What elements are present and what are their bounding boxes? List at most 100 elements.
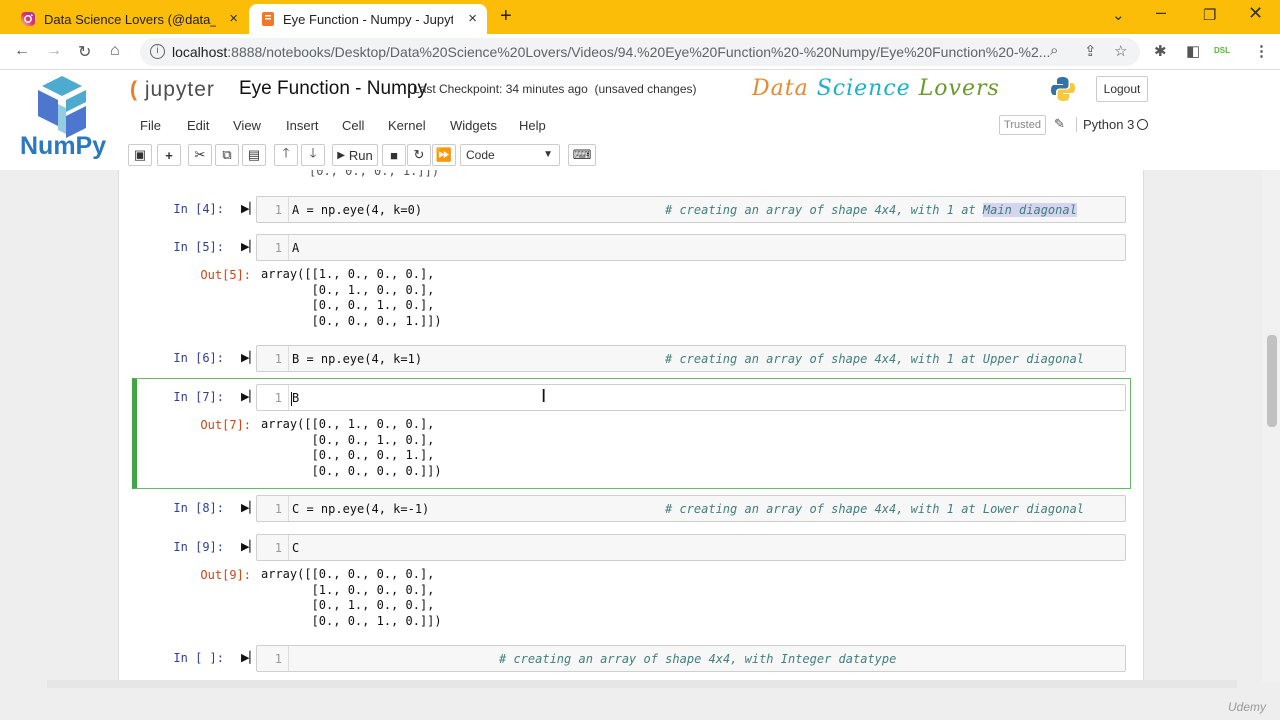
menu-edit[interactable]: Edit bbox=[187, 118, 209, 133]
minimize-icon[interactable]: – bbox=[1156, 2, 1166, 23]
menu-kernel[interactable]: Kernel bbox=[388, 118, 426, 133]
last-checkpoint: Last Checkpoint: 34 minutes ago bbox=[413, 82, 588, 96]
dsl-extension-icon[interactable]: DSL bbox=[1214, 46, 1230, 55]
scrollbar-thumb[interactable] bbox=[1267, 335, 1277, 427]
notebook-icon bbox=[262, 12, 274, 26]
output-prompt: Out[5]: bbox=[200, 268, 251, 282]
line-number: 1 bbox=[257, 496, 289, 521]
menu-kebab-icon[interactable]: ⋮ bbox=[1254, 42, 1269, 60]
forward-icon[interactable]: → bbox=[46, 42, 62, 60]
menu-widgets[interactable]: Widgets bbox=[450, 118, 497, 133]
fast-forward-icon: ⏩ bbox=[435, 147, 453, 162]
line-number: 1 bbox=[257, 535, 289, 560]
move-up-button[interactable]: 🡑 bbox=[274, 144, 298, 166]
cell-input[interactable]: 1 B bbox=[256, 384, 1126, 411]
menu-file[interactable]: File bbox=[140, 118, 161, 133]
brand-word-1: Data bbox=[752, 76, 809, 101]
command-palette-button[interactable]: ⌨ bbox=[568, 144, 596, 166]
code-text: A bbox=[292, 241, 300, 255]
cell-input[interactable]: 1 B = np.eye(4, k=1) # creating an array… bbox=[256, 345, 1126, 372]
chevron-down-icon: ▼ bbox=[543, 149, 553, 160]
cell-output: array([[0., 1., 0., 0.], [0., 0., 1., 0.… bbox=[261, 417, 442, 478]
code-comment: # creating an array of shape 4x4, with 1… bbox=[665, 352, 1085, 366]
address-bar-row: ← → ↻ ⌂ i localhost:8888/notebooks/Deskt… bbox=[0, 34, 1280, 70]
sidebar-icon[interactable]: ◧ bbox=[1186, 42, 1200, 60]
copy-button[interactable]: ⧉ bbox=[215, 144, 239, 166]
url-field[interactable]: i localhost:8888/notebooks/Desktop/Data%… bbox=[140, 38, 1140, 66]
vertical-scrollbar[interactable] bbox=[1262, 170, 1280, 682]
notebook-container: [0., 0., 0., 1.]]) In [4]: ▶▏ 1 A = np.e… bbox=[118, 170, 1144, 682]
logout-button[interactable]: Logout bbox=[1096, 76, 1148, 102]
new-tab-icon[interactable]: + bbox=[500, 5, 512, 28]
code-text: A = np.eye(4, k=0) bbox=[292, 203, 423, 217]
paste-button[interactable]: ▤ bbox=[242, 144, 266, 166]
brand-banner: Data Science Lovers bbox=[752, 76, 1000, 101]
cell-input[interactable]: 1 C bbox=[256, 534, 1126, 561]
code-text: C bbox=[292, 541, 300, 555]
move-down-button[interactable]: 🡓 bbox=[301, 144, 325, 166]
home-icon[interactable]: ⌂ bbox=[110, 42, 120, 60]
zoom-icon[interactable]: ⌕ bbox=[1050, 42, 1058, 59]
menu-help[interactable]: Help bbox=[519, 118, 546, 133]
bookmark-star-icon[interactable]: ☆ bbox=[1114, 42, 1127, 60]
code-text: C = np.eye(4, k=-1) bbox=[292, 502, 430, 516]
restart-button[interactable]: ↻ bbox=[407, 144, 431, 166]
brand-word-3: Lovers bbox=[918, 76, 1000, 101]
tab-label: Eye Function - Numpy - Jupyter N bbox=[283, 11, 453, 27]
cell-input[interactable]: 1 A = np.eye(4, k=0) # creating an array… bbox=[256, 196, 1126, 223]
trusted-indicator[interactable]: Trusted bbox=[999, 115, 1046, 135]
cell-type-value: Code bbox=[466, 148, 495, 162]
cell-input[interactable]: 1 C = np.eye(4, k=-1) # creating an arra… bbox=[256, 495, 1126, 522]
restore-icon[interactable]: ❐ bbox=[1203, 6, 1216, 24]
cell-input[interactable]: 1 # creating an array of shape 4x4, with… bbox=[256, 645, 1126, 672]
browser-tab-bar: Data Science Lovers (@data_scie × Eye Fu… bbox=[0, 0, 1280, 34]
cell-input[interactable]: 1 A bbox=[256, 234, 1126, 261]
input-prompt: In [9]: bbox=[173, 540, 224, 554]
horizontal-scrollbar[interactable] bbox=[47, 680, 1237, 688]
reload-icon[interactable]: ↻ bbox=[78, 42, 91, 62]
input-prompt: In [7]: bbox=[173, 390, 224, 404]
tab-jupyter[interactable]: Eye Function - Numpy - Jupyter N × bbox=[249, 4, 487, 34]
line-number: 1 bbox=[257, 197, 289, 222]
close-tab-icon[interactable]: × bbox=[468, 10, 477, 27]
close-window-icon[interactable]: ✕ bbox=[1248, 3, 1263, 24]
line-number: 1 bbox=[257, 346, 289, 371]
input-prompt: In [6]: bbox=[173, 351, 224, 365]
input-prompt: In [ ]: bbox=[173, 651, 224, 665]
tab-search-chevron-icon[interactable]: ⌄ bbox=[1112, 6, 1125, 24]
run-button[interactable]: ▶ Run bbox=[332, 144, 378, 166]
highlighted-text: Main diagonal bbox=[982, 203, 1077, 217]
restart-run-all-button[interactable]: ⏩ bbox=[432, 144, 456, 166]
interrupt-button[interactable]: ■ bbox=[382, 144, 406, 166]
notebook-title[interactable]: Eye Function - Numpy bbox=[239, 78, 427, 100]
code-comment: # creating an array of shape 4x4, with 1… bbox=[665, 502, 1085, 516]
back-icon[interactable]: ← bbox=[14, 42, 30, 60]
stop-icon: ■ bbox=[390, 147, 398, 163]
menu-cell[interactable]: Cell bbox=[342, 118, 364, 133]
arrow-down-icon: 🡓 bbox=[309, 145, 317, 160]
extensions-icon[interactable]: ✱ bbox=[1154, 42, 1167, 60]
line-number: 1 bbox=[257, 235, 289, 260]
site-info-icon[interactable]: i bbox=[150, 44, 165, 59]
run-label: Run bbox=[348, 147, 373, 163]
jupyter-header: NumPy ( jupyter Eye Function - Numpy Las… bbox=[0, 70, 1280, 170]
cell-output: array([[1., 0., 0., 0.], [0., 1., 0., 0.… bbox=[261, 267, 442, 328]
menu-insert[interactable]: Insert bbox=[286, 118, 319, 133]
share-icon[interactable]: ⇪ bbox=[1084, 42, 1097, 60]
tab-label: Data Science Lovers (@data_scie bbox=[44, 11, 216, 27]
edit-mode-pencil-icon: ✎ bbox=[1054, 116, 1065, 131]
text-cursor bbox=[291, 392, 292, 406]
arrow-up-icon: 🡑 bbox=[282, 145, 290, 160]
cut-button[interactable]: ✂ bbox=[188, 144, 212, 166]
jupyter-logo[interactable]: ( jupyter bbox=[130, 78, 215, 102]
mouse-ibeam-cursor-icon: I bbox=[541, 386, 547, 407]
tab-instagram[interactable]: Data Science Lovers (@data_scie × bbox=[8, 4, 248, 34]
menu-view[interactable]: View bbox=[233, 118, 261, 133]
close-tab-icon[interactable]: × bbox=[229, 10, 238, 27]
save-button[interactable]: ▣ bbox=[128, 144, 152, 166]
url-host: localhost bbox=[172, 44, 228, 60]
kernel-idle-icon bbox=[1137, 119, 1148, 130]
cell-type-select[interactable]: Code ▼ bbox=[460, 144, 560, 166]
insert-cell-button[interactable]: + bbox=[157, 144, 181, 166]
cell-output: array([[0., 0., 0., 0.], [1., 0., 0., 0.… bbox=[261, 567, 442, 628]
